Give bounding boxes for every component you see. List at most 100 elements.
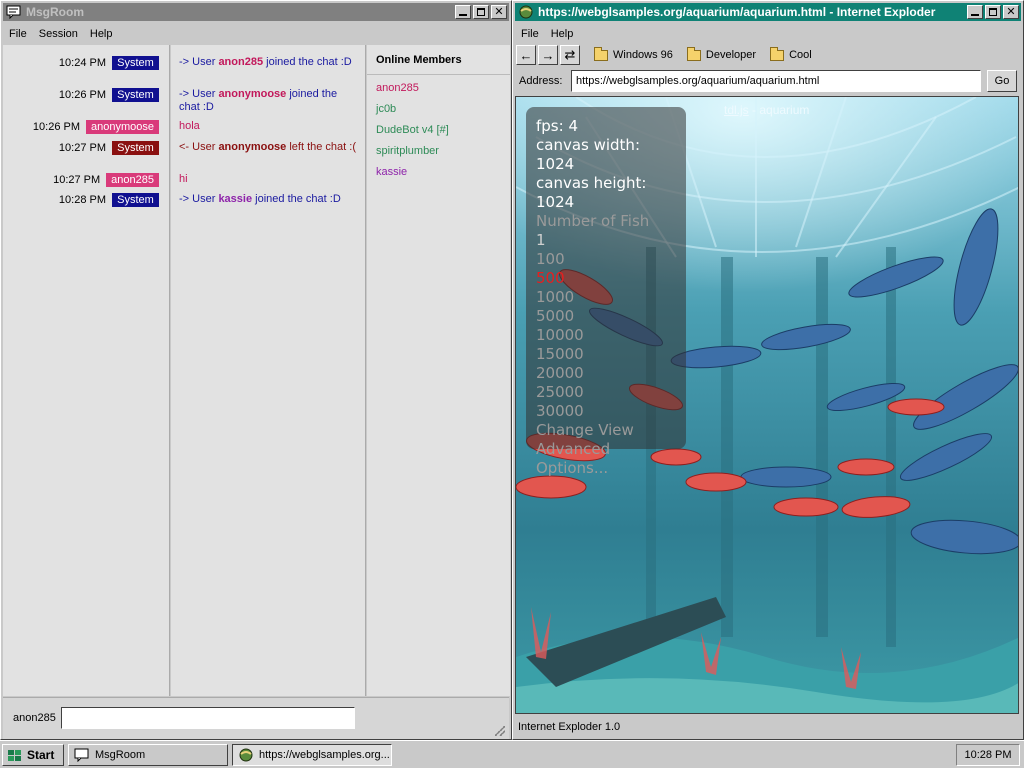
bookmark-developer[interactable]: Developer <box>686 46 757 61</box>
fish-option[interactable]: 1000 <box>536 288 676 307</box>
message-username: anonymoose <box>218 88 287 100</box>
fish-option[interactable]: 25000 <box>536 383 676 402</box>
fish-option[interactable]: 20000 <box>536 364 676 383</box>
menu-session[interactable]: Session <box>33 28 84 40</box>
bookmark-windows96[interactable]: Windows 96 <box>594 46 673 61</box>
member-item[interactable]: spiritplumber <box>376 145 439 157</box>
address-bar: Address: Go <box>515 68 1021 94</box>
minimize-button[interactable] <box>967 5 983 19</box>
message-username: kassie <box>218 193 253 205</box>
message-text: -> User anonymoose joined the chat :D <box>179 88 359 114</box>
message-prefix: -> User <box>179 56 219 68</box>
message-body: joined the chat :D <box>263 56 352 68</box>
fish-options: 1 100 500 1000 5000 10000 15000 20000 25000 30000 <box>536 231 676 421</box>
member-item[interactable]: DudeBot v4 [#] <box>376 124 449 136</box>
start-label: Start <box>27 747 55 762</box>
system-clock: 10:28 PM <box>956 743 1020 766</box>
member-item[interactable]: kassie <box>376 166 407 178</box>
member-item[interactable]: anon285 <box>376 82 419 94</box>
message-prefix: <- User <box>179 141 219 153</box>
refresh-button[interactable]: ⇄ <box>560 45 580 65</box>
bookmark-label: Developer <box>705 49 757 61</box>
browser-titlebar[interactable]: https://webglsamples.org/aquarium/aquari… <box>515 3 1021 21</box>
sender-badge[interactable]: anonymoose <box>86 119 159 134</box>
message-text: hola <box>179 120 359 133</box>
fish-option[interactable]: 30000 <box>536 402 676 421</box>
message-text: hi <box>179 173 359 186</box>
chat-icon <box>74 748 89 762</box>
msgroom-window: MsgRoom ✕ File Session Help 10:24 PM Syst… <box>0 0 512 740</box>
start-button[interactable]: Start <box>2 743 64 766</box>
advanced-button[interactable]: Advanced <box>536 440 676 459</box>
fps-readout: fps: 4 <box>536 117 578 135</box>
message-text: -> User kassie joined the chat :D <box>179 193 359 206</box>
options-button[interactable]: Options... <box>536 459 676 478</box>
go-button[interactable]: Go <box>987 70 1017 92</box>
fish-option[interactable]: 100 <box>536 250 676 269</box>
message-time: 10:27 PM <box>58 141 106 154</box>
close-button[interactable]: ✕ <box>1003 5 1019 19</box>
fish-option[interactable]: 5000 <box>536 307 676 326</box>
folder-icon <box>594 46 608 61</box>
message-time: 10:26 PM <box>32 120 80 133</box>
sender-badge[interactable]: System <box>112 192 159 207</box>
message-text: <- User anonymoose left the chat :( <box>179 141 359 154</box>
message-prefix: -> User <box>179 88 219 100</box>
status-bar: Internet Exploder 1.0 <box>515 716 1021 738</box>
message-input[interactable] <box>61 707 355 729</box>
sender-badge[interactable]: anon285 <box>106 172 159 187</box>
minimize-button[interactable] <box>455 5 471 19</box>
start-logo-icon <box>8 749 21 761</box>
browser-window: https://webglsamples.org/aquarium/aquari… <box>512 0 1024 740</box>
back-button[interactable]: ← <box>516 45 536 65</box>
fish-option[interactable]: 15000 <box>536 345 676 364</box>
address-input[interactable] <box>571 70 981 92</box>
message-username: anonymoose <box>218 141 287 153</box>
menu-file[interactable]: File <box>515 28 545 40</box>
divider <box>367 74 510 75</box>
fish-option[interactable]: 500 <box>536 269 676 288</box>
message-meta: 10:24 PM System <box>59 55 159 70</box>
message-body: joined the chat :D <box>252 193 341 205</box>
aquarium-hud: fps: 4 canvas width: 1024 canvas height:… <box>526 107 686 477</box>
message-meta: 10:28 PM System <box>59 192 159 207</box>
folder-icon <box>686 46 701 61</box>
member-item[interactable]: jc0b <box>376 103 396 115</box>
forward-button[interactable]: → <box>538 45 558 65</box>
msgroom-titlebar[interactable]: MsgRoom ✕ <box>3 3 509 21</box>
message-time: 10:24 PM <box>58 56 106 69</box>
fish-option[interactable]: 1 <box>536 231 676 250</box>
bookmark-cool[interactable]: Cool <box>770 46 812 61</box>
message-time: 10:26 PM <box>58 88 106 101</box>
taskbar-item-browser[interactable]: https://webglsamples.org... <box>232 743 392 766</box>
sender-badge[interactable]: System <box>112 140 159 155</box>
online-members-panel: Online Members anon285 jc0b DudeBot v4 [#]… <box>367 45 510 696</box>
sender-badge[interactable]: System <box>112 87 159 102</box>
fish-option[interactable]: 10000 <box>536 326 676 345</box>
sender-badge[interactable]: System <box>112 55 159 70</box>
taskbar-item-msgroom[interactable]: MsgRoom <box>68 743 228 766</box>
tdl-link[interactable]: tdl.js <box>724 103 749 117</box>
chat-icon <box>6 5 21 19</box>
menu-file[interactable]: File <box>3 28 33 40</box>
message-time: 10:28 PM <box>58 193 106 206</box>
message-meta: 10:27 PM System <box>59 140 159 155</box>
status-text: Internet Exploder 1.0 <box>518 721 621 733</box>
message-username: anon285 <box>218 56 264 68</box>
folder-icon <box>770 46 785 61</box>
msgroom-menubar: File Session Help <box>3 24 509 44</box>
change-view-button[interactable]: Change View <box>536 421 676 440</box>
message-body: hi <box>179 173 188 185</box>
close-button[interactable]: ✕ <box>491 5 507 19</box>
maximize-button[interactable] <box>473 5 489 19</box>
message-input-area: anon285 <box>3 697 509 739</box>
menu-help[interactable]: Help <box>545 28 580 40</box>
message-meta: 10:26 PM anonymoose <box>33 119 159 134</box>
message-time: 10:27 PM <box>53 173 101 186</box>
number-of-fish-label: Number of Fish <box>536 212 650 230</box>
menu-help[interactable]: Help <box>84 28 119 40</box>
resize-grip[interactable] <box>495 726 505 736</box>
maximize-button[interactable] <box>985 5 1001 19</box>
page-viewport[interactable]: tdl.js - aquarium fps: 4 canvas width: 1… <box>515 96 1019 714</box>
message-meta-column: 10:24 PM System 10:26 PM System 10:26 PM anon… <box>3 45 170 696</box>
